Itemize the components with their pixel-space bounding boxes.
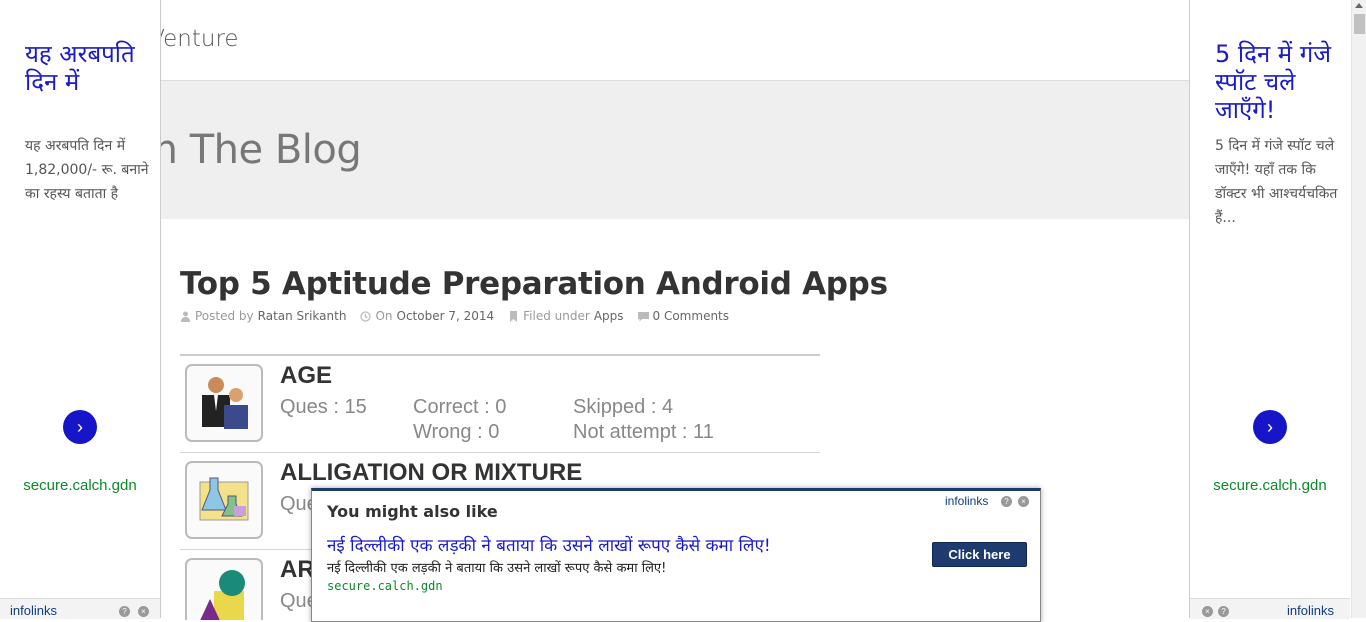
- popup-title: You might also like: [327, 502, 498, 521]
- on-label: On: [375, 309, 393, 323]
- close-icon[interactable]: ×: [1018, 496, 1029, 507]
- page-scrollbar[interactable]: [1351, 0, 1366, 618]
- chevron-right-icon[interactable]: ›: [1253, 410, 1287, 444]
- ad-body: 5 दिन में गंजे स्पॉट चले जाएँगे! यहाँ तक…: [1215, 138, 1338, 226]
- ad-footer: infolinks ? ×: [0, 598, 160, 619]
- post-category-link[interactable]: Apps: [594, 309, 624, 323]
- chevron-right-icon[interactable]: ›: [63, 410, 97, 444]
- people-icon: [185, 364, 263, 442]
- scroll-up-arrow-icon[interactable]: [1355, 3, 1363, 8]
- close-icon[interactable]: ×: [1202, 606, 1213, 617]
- infolinks-logo[interactable]: infolinks: [10, 603, 57, 618]
- post-meta: Posted by Ratan Srikanth On October 7, 2…: [180, 309, 729, 323]
- filed-under-label: Filed under: [523, 309, 590, 323]
- ad-url[interactable]: secure.calch.gdn: [1190, 477, 1350, 494]
- app-list-item: AGE Ques : 15 Correct : 0 Wrong : 0 Skip…: [180, 356, 820, 453]
- post-comments-link[interactable]: 0 Comments: [653, 309, 730, 323]
- ad-headline[interactable]: 5 दिन में गंजे स्पॉट चले जाएँगे!: [1215, 40, 1340, 124]
- post-author-link[interactable]: Ratan Srikanth: [258, 309, 347, 323]
- right-side-ad[interactable]: 5 दिन में गंजे स्पॉट चले जाएँगे! 5 दिन म…: [1189, 0, 1352, 619]
- popup-headline-link[interactable]: नई दिल्लीकी एक लड़की ने बताया कि उसने ला…: [327, 533, 771, 556]
- posted-by-label: Posted by: [195, 309, 254, 323]
- wrong-count: Wrong : 0: [413, 421, 500, 443]
- not-attempt-count: Not attempt : 11: [573, 421, 714, 443]
- comment-icon: [637, 311, 649, 321]
- ad-footer: × ? infolinks: [1190, 598, 1350, 619]
- left-side-ad[interactable]: यह अरबपति दिन में यह अरबपति दिन में 1,82…: [0, 0, 161, 619]
- chemistry-flask-icon: [185, 461, 263, 539]
- geometry-shapes-icon: [185, 558, 263, 620]
- popup-url[interactable]: secure.calch.gdn: [327, 579, 443, 593]
- correct-count: Correct : 0: [413, 396, 507, 418]
- ad-body: यह अरबपति दिन में 1,82,000/- रू. बनाने क…: [25, 138, 149, 202]
- app-row-title: AR: [280, 556, 315, 583]
- post-title[interactable]: Top 5 Aptitude Preparation Android Apps: [180, 266, 888, 302]
- site-header: ndroidVenture: [0, 0, 1366, 81]
- click-here-button[interactable]: Click here: [932, 542, 1027, 567]
- user-icon: [181, 311, 190, 322]
- recommendation-popup: You might also like infolinks ? × नई दिल…: [311, 488, 1041, 622]
- post-date: October 7, 2014: [396, 309, 495, 323]
- bookmark-icon: [510, 310, 518, 322]
- hero-banner: rom The Blog: [0, 81, 1366, 219]
- help-icon[interactable]: ?: [119, 606, 130, 617]
- scrollbar-thumb[interactable]: [1354, 14, 1365, 34]
- popup-description: नई दिल्लीकी एक लड़की ने बताया कि उसने ला…: [327, 561, 667, 576]
- post-category-meta: Filed under Apps: [508, 309, 624, 323]
- help-icon[interactable]: ?: [1218, 606, 1229, 617]
- post-date-meta: On October 7, 2014: [360, 309, 494, 323]
- infolinks-logo[interactable]: infolinks: [1287, 603, 1334, 618]
- ques-count: Ques : 15: [280, 396, 367, 418]
- ad-url[interactable]: secure.calch.gdn: [0, 477, 160, 494]
- close-icon[interactable]: ×: [138, 606, 149, 617]
- post-author-meta: Posted by Ratan Srikanth: [180, 309, 346, 323]
- help-icon[interactable]: ?: [1001, 496, 1012, 507]
- post-comments-meta: 0 Comments: [637, 309, 730, 323]
- skipped-count: Skipped : 4: [573, 396, 674, 418]
- ad-headline[interactable]: यह अरबपति दिन में: [25, 40, 150, 96]
- app-row-title: ALLIGATION OR MIXTURE: [280, 459, 583, 486]
- clock-icon: [360, 310, 372, 322]
- app-row-title: AGE: [280, 362, 333, 389]
- infolinks-logo[interactable]: infolinks: [945, 494, 988, 508]
